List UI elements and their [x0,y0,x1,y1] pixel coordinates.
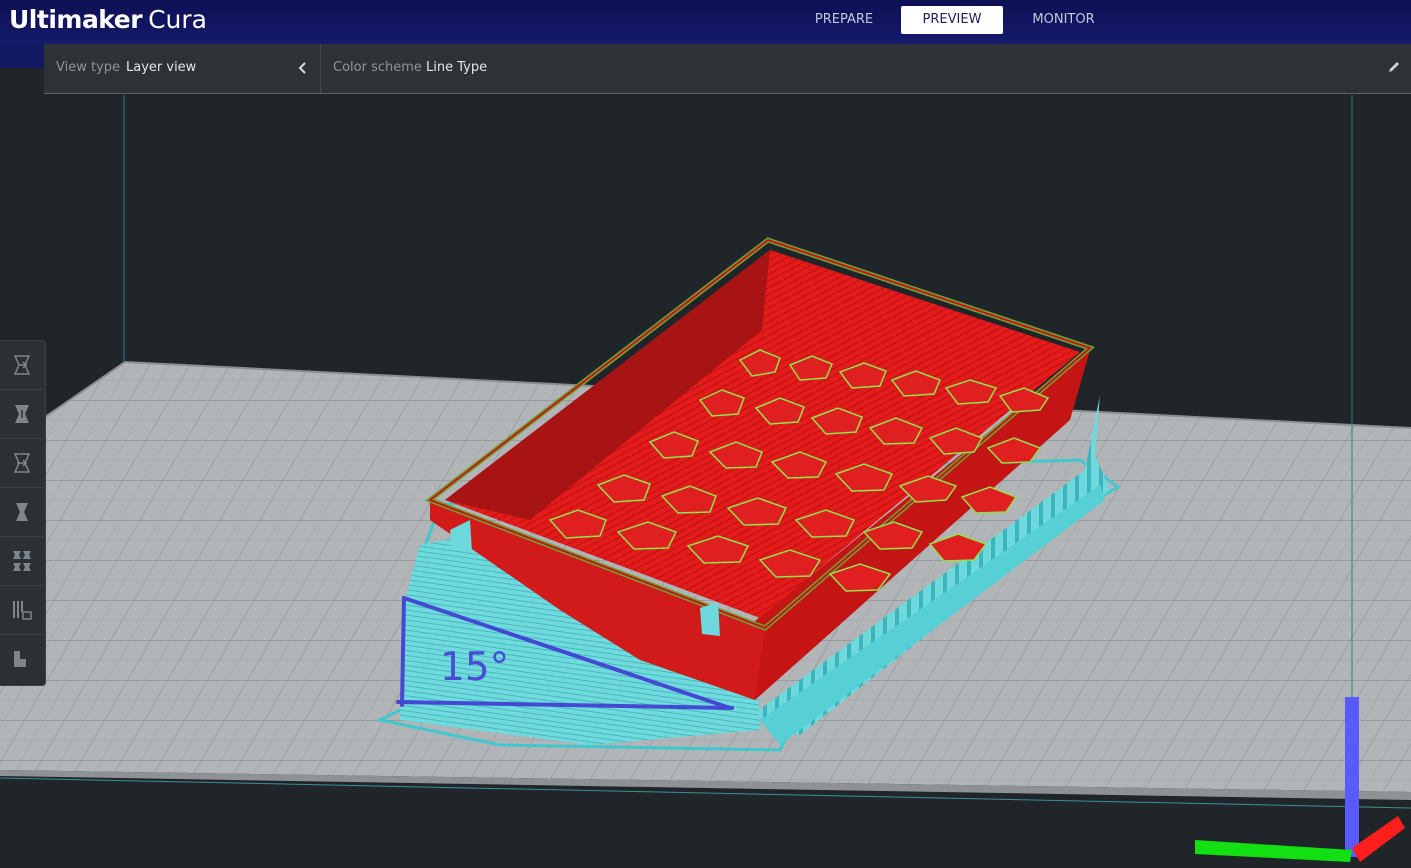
color-scheme-label: Color scheme [333,60,422,75]
build-volume-viewport[interactable] [0,0,1411,868]
support-blocker-icon [13,601,32,620]
rotate-tool[interactable] [0,439,44,488]
mirror-icon [16,503,28,521]
header-bar: Ultimaker Cura PREPARE PREVIEW MONITOR [0,0,1411,44]
app-logo-product: Cura [148,5,207,34]
scale-icon [15,405,29,423]
axis-x [1352,816,1405,862]
app-logo: Ultimaker Cura [9,3,207,37]
app-logo-brand: Ultimaker [9,5,143,34]
layflat-tool[interactable] [0,635,44,683]
mirror-tool[interactable] [0,488,44,537]
pencil-icon[interactable] [1387,60,1401,74]
move-tool[interactable] [0,341,44,390]
move-icon [13,355,31,375]
support-blocker-tool[interactable] [0,586,44,635]
view-options-bar: View type Layer view Color scheme Line T… [44,44,1411,94]
axis-z [1345,697,1359,857]
stage-tab-preview[interactable]: PREVIEW [901,6,1003,34]
rotate-icon [13,453,31,473]
per-model-settings-tool[interactable] [0,537,44,586]
angle-annotation-label: 15° [440,645,510,690]
chevron-left-icon[interactable] [294,58,310,78]
stage-tab-monitor[interactable]: MONITOR [1010,6,1117,34]
per-model-settings-icon [13,551,31,571]
layflat-icon [14,651,26,667]
stage-tab-prepare[interactable]: PREPARE [790,6,898,34]
tool-panel [0,340,46,686]
color-scheme-dropdown[interactable]: Line Type [426,60,487,75]
scale-tool[interactable] [0,390,44,439]
axis-y [1195,840,1352,862]
view-bar-divider [320,44,321,93]
view-type-dropdown[interactable]: Layer view [126,60,196,75]
header-bar-extension [0,44,44,68]
view-type-label: View type [56,60,121,75]
